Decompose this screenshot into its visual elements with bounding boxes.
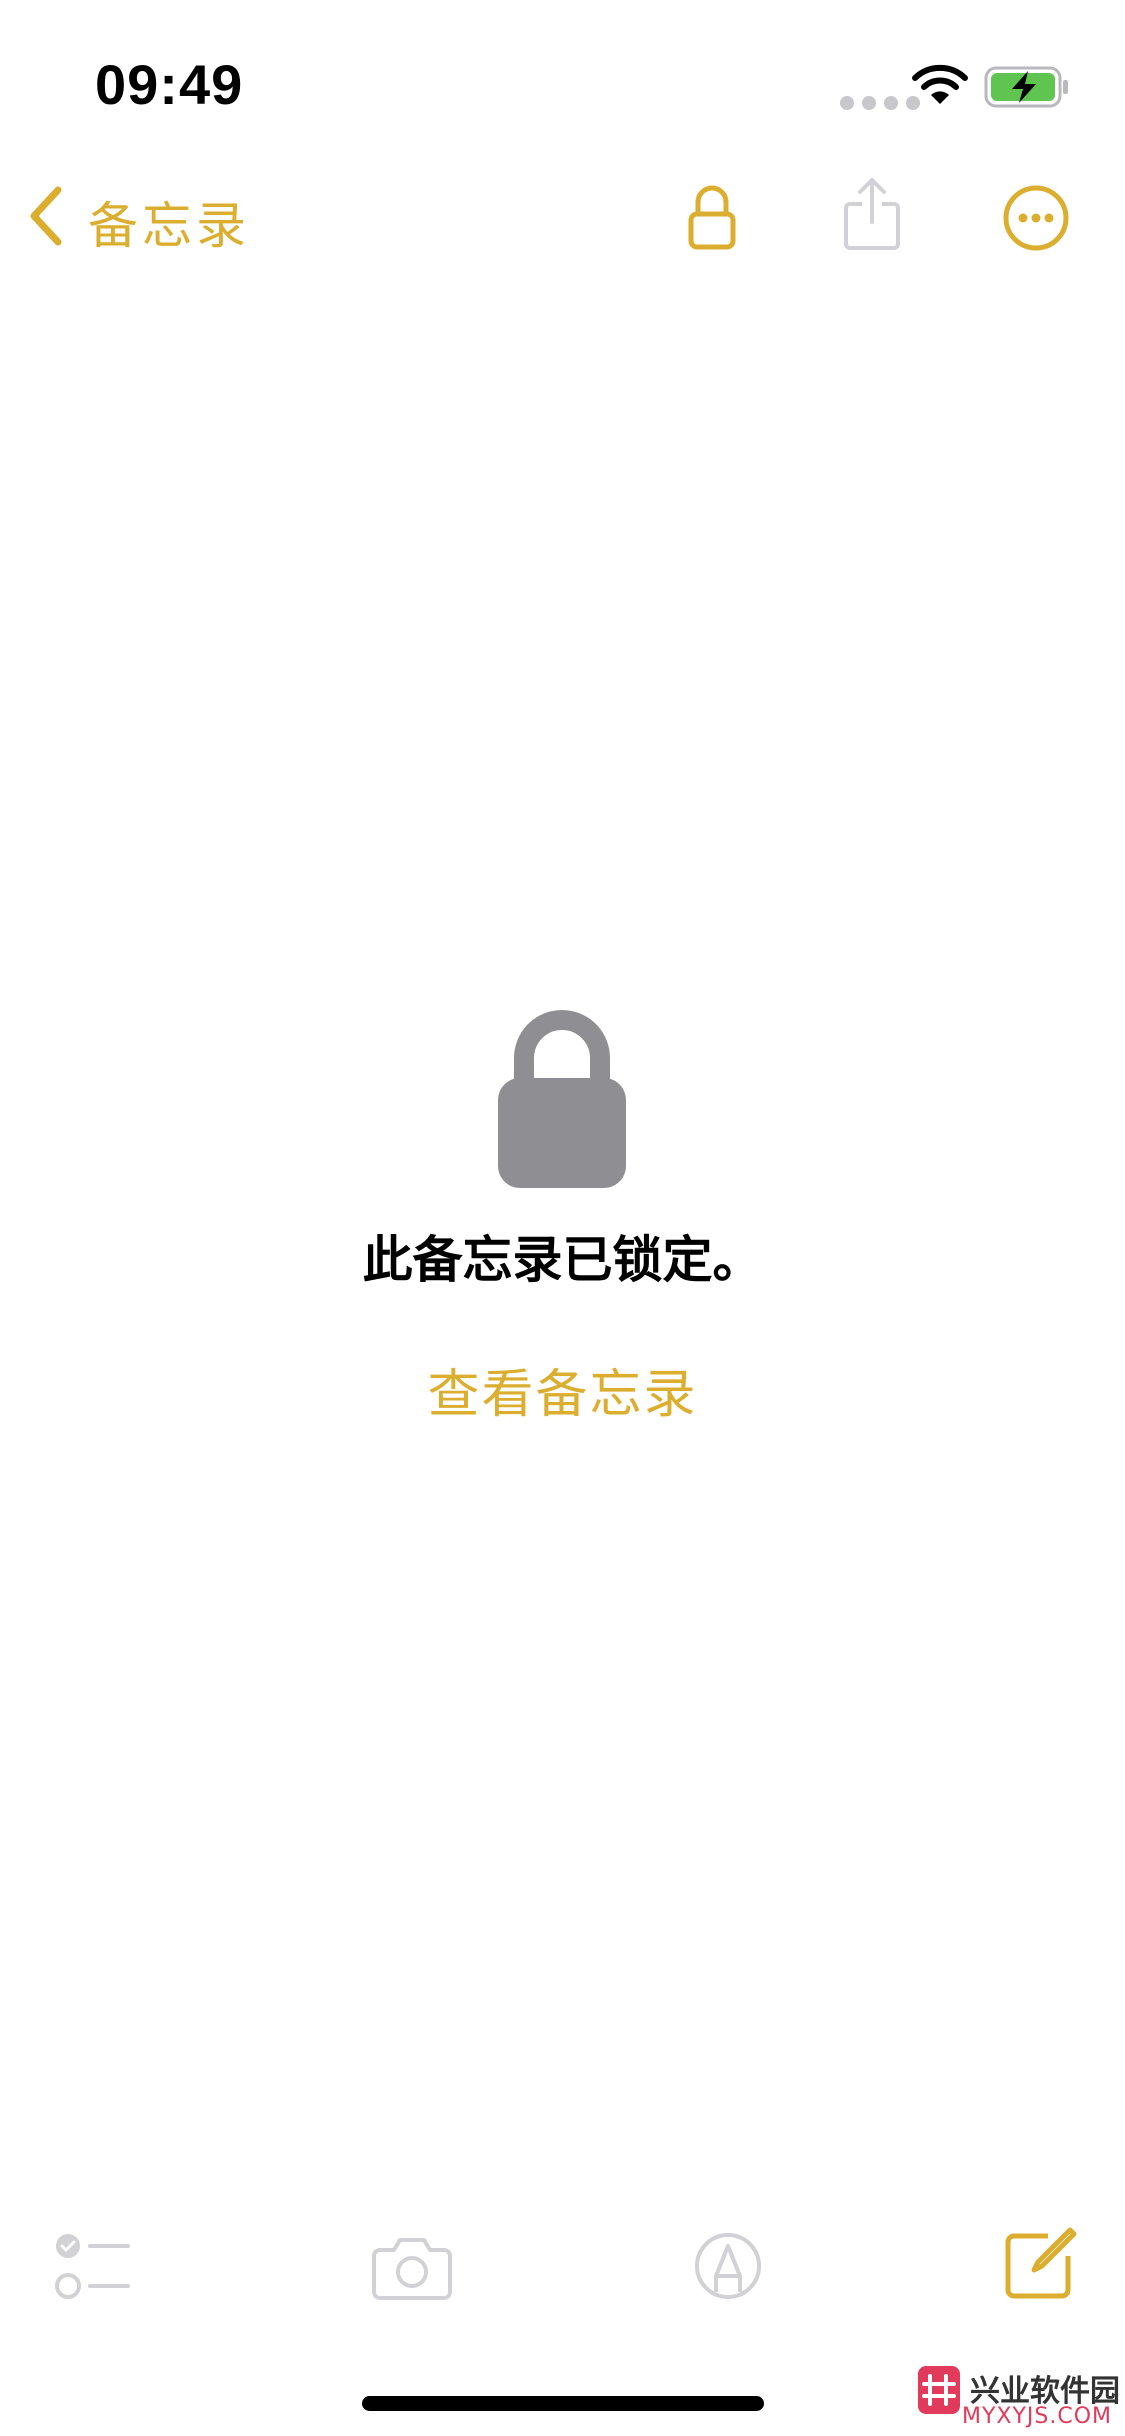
watermark-logo-icon [918,2366,960,2414]
lock-icon[interactable] [688,184,736,250]
battery-charging-icon [984,66,1068,108]
wifi-icon [912,64,968,104]
cellular-signal-icon [840,96,920,110]
checklist-icon [55,2234,130,2299]
back-chevron-icon[interactable] [26,184,66,248]
home-indicator [362,2396,764,2411]
camera-icon [372,2238,452,2300]
back-button-label[interactable]: 备忘录 [88,186,250,258]
watermark-subtitle: MYXYJS.COM [962,2404,1113,2429]
large-lock-icon [498,1010,626,1188]
markup-icon [695,2233,761,2299]
compose-icon[interactable] [1004,2226,1078,2300]
share-icon [844,178,900,250]
more-options-icon[interactable] [1002,184,1070,252]
status-time: 09:49 [95,53,244,116]
locked-message: 此备忘录已锁定。 [362,1231,763,1289]
view-note-button[interactable]: 查看备忘录 [0,1352,1125,1427]
